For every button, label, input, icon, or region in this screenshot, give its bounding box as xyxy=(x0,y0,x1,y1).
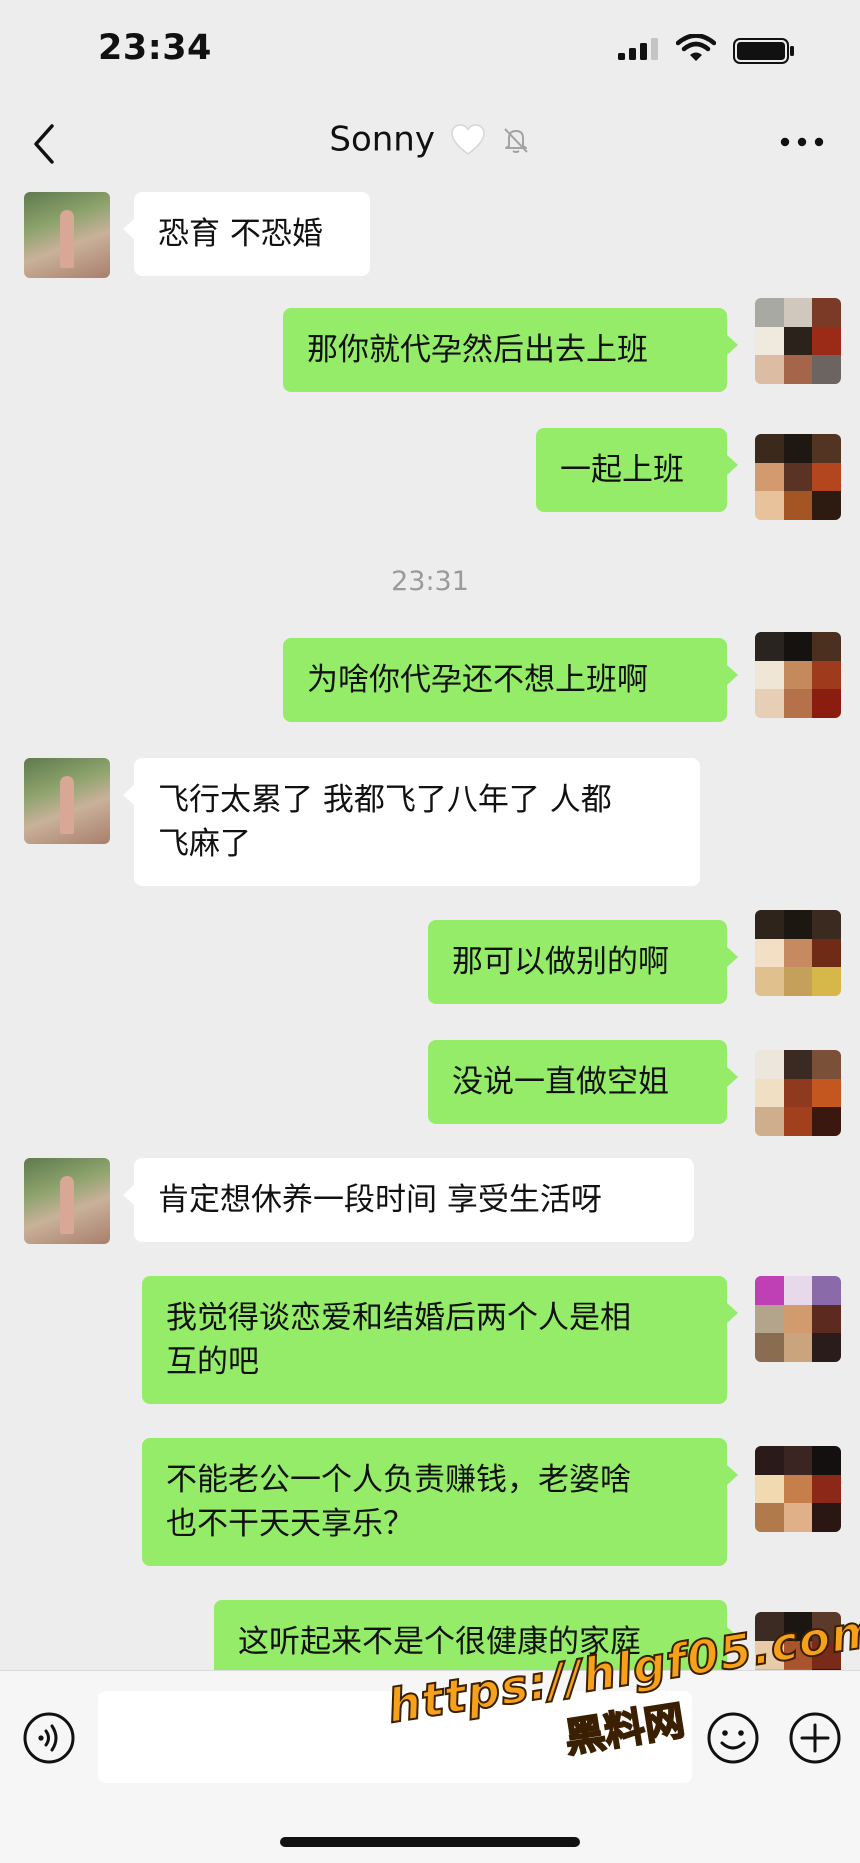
bell-mute-icon xyxy=(503,127,528,153)
outgoing-message-bubble[interactable]: 这听起来不是个很健康的家庭 xyxy=(214,1600,738,1670)
outgoing-message-bubble[interactable]: 那你就代孕然后出去上班 xyxy=(283,308,738,392)
outgoing-message-bubble[interactable]: 我觉得谈恋爱和结婚后两个人是相 互的吧 xyxy=(142,1276,738,1404)
my-avatar[interactable] xyxy=(755,298,841,384)
my-avatar[interactable] xyxy=(755,1612,841,1670)
outgoing-message-bubble[interactable]: 为啥你代孕还不想上班啊 xyxy=(283,638,738,722)
outgoing-message-bubble[interactable]: 那可以做别的啊 xyxy=(428,920,738,1004)
contact-avatar[interactable] xyxy=(24,1158,110,1244)
outgoing-message-bubble[interactable]: 一起上班 xyxy=(536,428,738,512)
outgoing-message-bubble[interactable]: 没说一直做空姐 xyxy=(428,1040,738,1124)
cellular-signal-icon xyxy=(618,38,658,60)
message-input[interactable] xyxy=(98,1691,692,1783)
home-indicator xyxy=(280,1837,580,1847)
wifi-icon xyxy=(676,34,716,61)
more-dots-icon[interactable] xyxy=(780,136,824,148)
incoming-message-bubble[interactable]: 肯定想休养一段时间 享受生活呀 xyxy=(123,1158,694,1242)
incoming-message-bubble[interactable]: 飞行太累了 我都飞了八年了 人都 飞麻了 xyxy=(123,758,700,886)
message-list[interactable]: 恐育 不恐婚 那你就代孕然后出去上班 一起上班 23:31 为啥你代孕还不想上班… xyxy=(0,184,860,1670)
white-heart-icon xyxy=(451,123,485,155)
contact-avatar[interactable] xyxy=(24,758,110,844)
my-avatar[interactable] xyxy=(755,632,841,718)
battery-icon xyxy=(733,38,794,64)
my-avatar[interactable] xyxy=(755,1050,841,1136)
contact-name: Sonny xyxy=(329,119,435,160)
incoming-message-bubble[interactable]: 恐育 不恐婚 xyxy=(123,192,370,276)
my-avatar[interactable] xyxy=(755,434,841,520)
voice-icon[interactable] xyxy=(22,1711,76,1765)
message-timestamp: 23:31 xyxy=(391,566,469,597)
my-avatar[interactable] xyxy=(755,1276,841,1362)
status-bar: 23:34 xyxy=(0,0,860,100)
my-avatar[interactable] xyxy=(755,910,841,996)
nav-bar: Sonny xyxy=(0,100,860,184)
outgoing-message-bubble[interactable]: 不能老公一个人负责赚钱，老婆啥 也不干天天享乐？ xyxy=(142,1438,738,1566)
emoji-icon[interactable] xyxy=(706,1711,760,1765)
my-avatar[interactable] xyxy=(755,1446,841,1532)
status-time: 23:34 xyxy=(98,28,212,68)
nav-title-group: Sonny xyxy=(0,118,860,160)
chat-screen: 23:34 Sonny 恐育 不恐婚 那你就代孕然后出去上班 一起上班 23:3… xyxy=(0,0,860,1863)
plus-icon[interactable] xyxy=(788,1711,842,1765)
input-bar xyxy=(0,1670,860,1863)
contact-avatar[interactable] xyxy=(24,192,110,278)
